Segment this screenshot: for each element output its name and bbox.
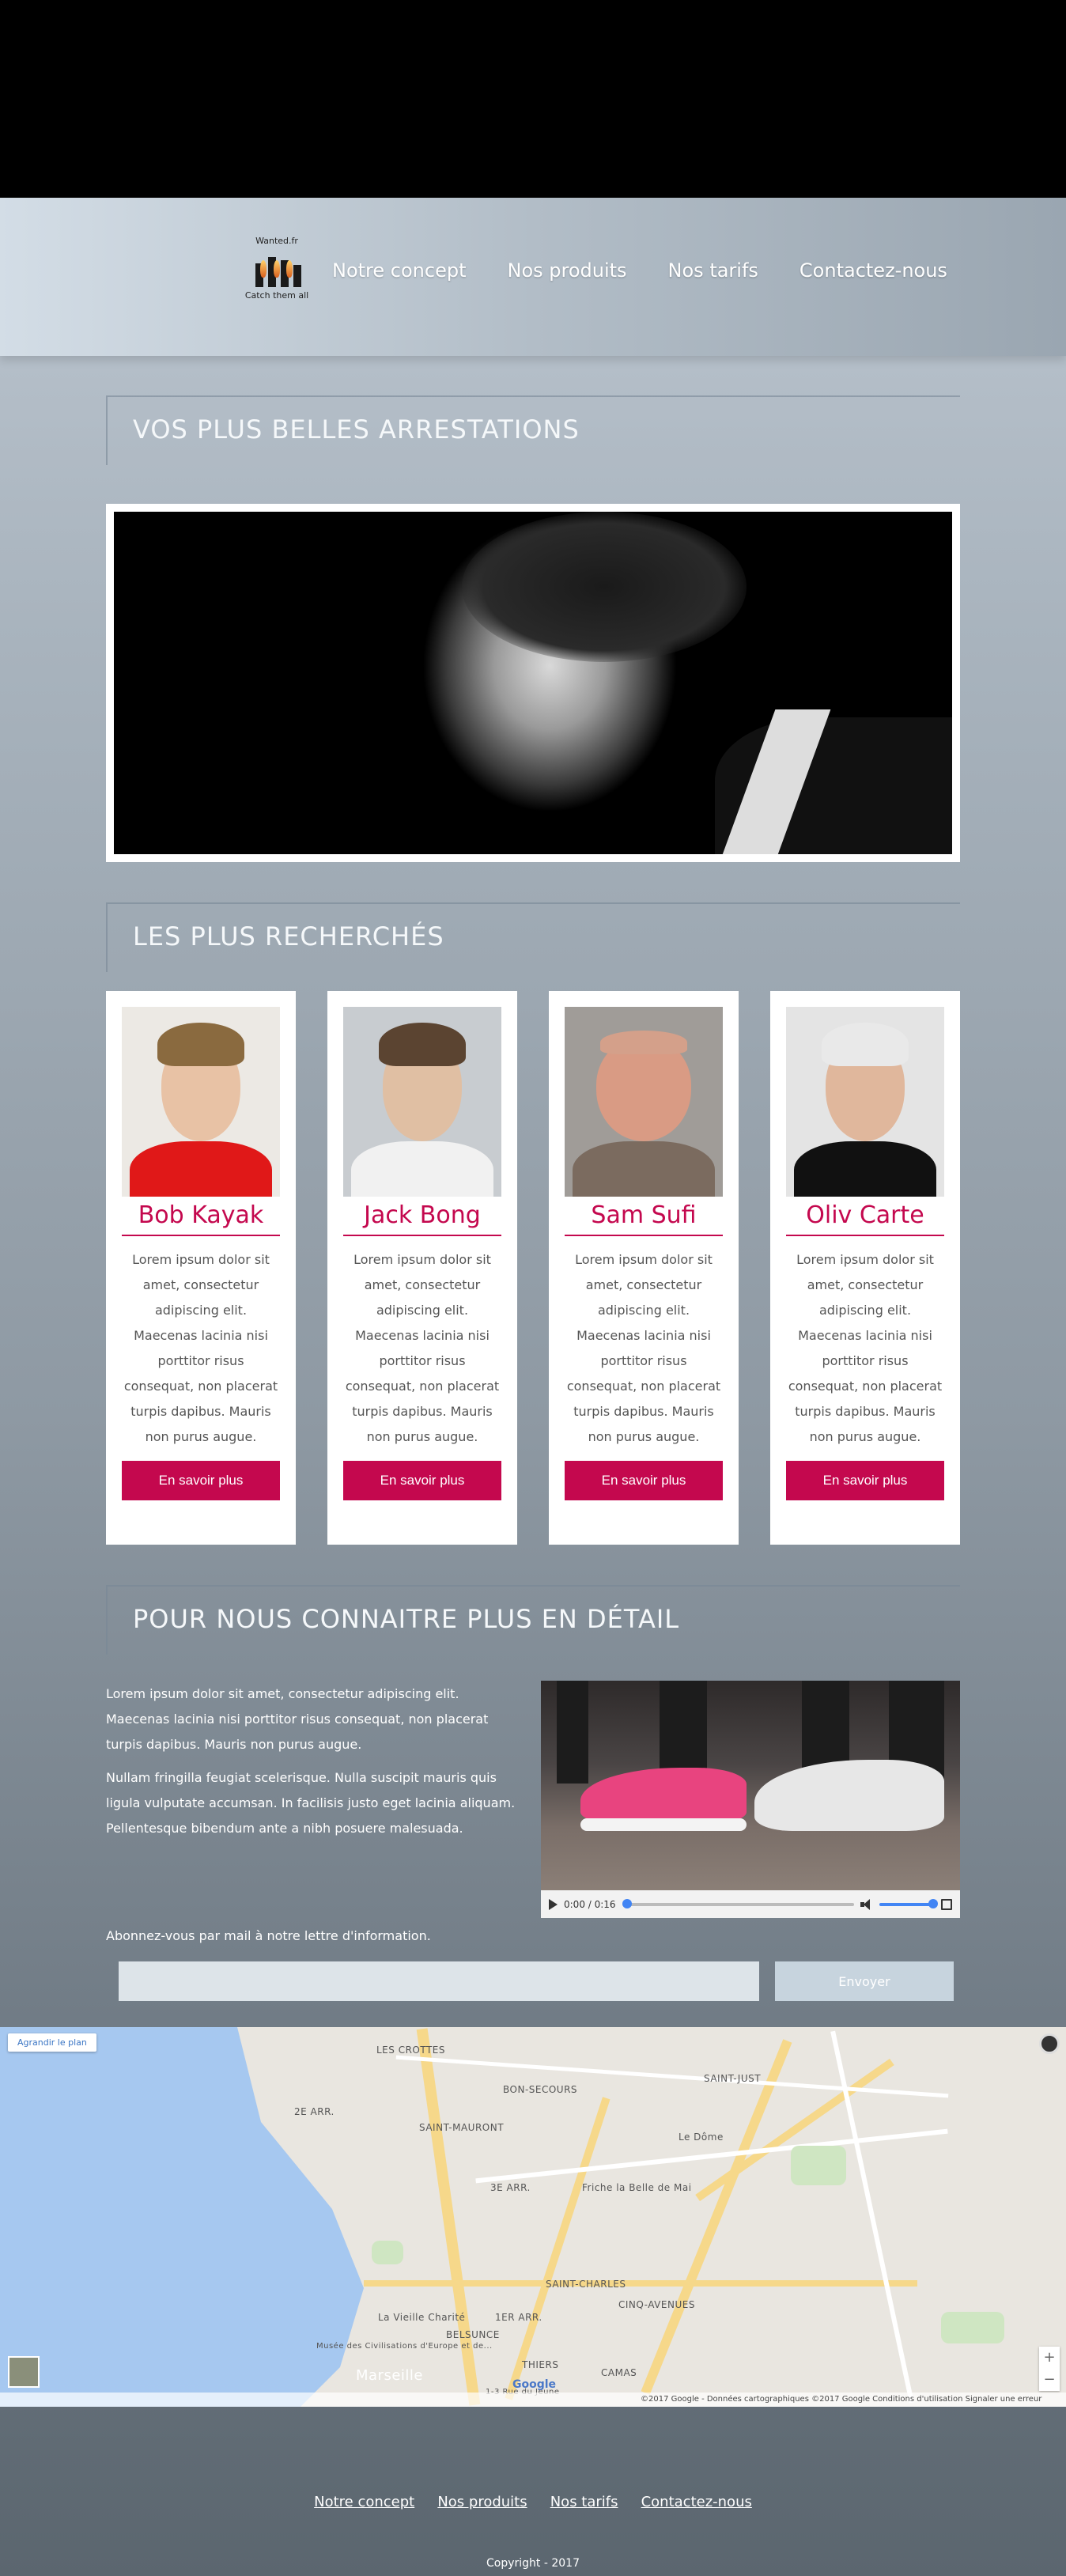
- card-divider: [122, 1235, 280, 1236]
- footer-link-tarifs[interactable]: Nos tarifs: [550, 2494, 618, 2510]
- newsletter-email-input[interactable]: [119, 1961, 759, 2001]
- map-satellite-toggle[interactable]: [8, 2356, 40, 2388]
- volume-icon[interactable]: [860, 1898, 873, 1910]
- map-zoom-control[interactable]: + −: [1039, 2347, 1060, 2391]
- google-logo: Google: [512, 2378, 557, 2391]
- map-label: LES CROTTES: [376, 2045, 446, 2056]
- map-label: SAINT-JUST: [704, 2073, 762, 2084]
- about-text: Lorem ipsum dolor sit amet, consectetur …: [106, 1681, 525, 1849]
- wanted-heading: LES PLUS RECHERCHÉS: [133, 921, 444, 951]
- card-divider: [565, 1235, 723, 1236]
- map-attribution: ©2017 Google - Données cartographiques ©…: [0, 2393, 1066, 2407]
- video-time: 0:00 / 0:16: [564, 1898, 616, 1910]
- mugshot-photo: [786, 1007, 944, 1197]
- map-label: SAINT-MAURONT: [419, 2122, 505, 2133]
- nav-link-tarifs[interactable]: Nos tarifs: [668, 259, 758, 282]
- site-logo[interactable]: Wanted.fr Catch them all: [237, 236, 316, 301]
- learn-more-button[interactable]: En savoir plus: [565, 1461, 723, 1500]
- footer-link-contact[interactable]: Contactez-nous: [641, 2494, 752, 2510]
- map-label: Friche la Belle de Mai: [582, 2182, 692, 2193]
- site-header: Wanted.fr Catch them all Notre concept N…: [0, 198, 1066, 356]
- card-divider: [786, 1235, 944, 1236]
- arrests-section-title: VOS PLUS BELLES ARRESTATIONS: [106, 395, 960, 465]
- about-paragraph-2: Nullam fringilla feugiat scelerisque. Nu…: [106, 1770, 516, 1836]
- compass-icon[interactable]: [1039, 2033, 1060, 2054]
- map-label: Le Dôme: [679, 2132, 724, 2143]
- mugshot-photo: [122, 1007, 280, 1197]
- learn-more-button[interactable]: En savoir plus: [122, 1461, 280, 1500]
- video-frame: [541, 1681, 960, 1890]
- arrest-banner: [106, 504, 960, 862]
- site-footer: Notre concept Nos produits Nos tarifs Co…: [0, 2407, 1066, 2576]
- map-sea: [0, 2027, 364, 2407]
- map-expand-button[interactable]: Agrandir le plan: [8, 2033, 96, 2052]
- volume-slider[interactable]: [879, 1898, 938, 1908]
- top-black-bar: [0, 0, 1066, 198]
- map-label: La Vieille Charité: [378, 2312, 466, 2323]
- card-name: Jack Bong: [364, 1201, 481, 1229]
- card-description: Lorem ipsum dolor sit amet, consectetur …: [566, 1252, 721, 1444]
- card-divider: [343, 1235, 501, 1236]
- newsletter-submit-button[interactable]: Envoyer: [775, 1961, 954, 2001]
- card-description: Lorem ipsum dolor sit amet, consectetur …: [123, 1252, 278, 1444]
- wanted-section-title: LES PLUS RECHERCHÉS: [106, 902, 960, 972]
- learn-more-button[interactable]: En savoir plus: [786, 1461, 944, 1500]
- video-player[interactable]: 0:00 / 0:16: [541, 1681, 960, 1918]
- map-label: CAMAS: [601, 2367, 637, 2378]
- newsletter-label: Abonnez-vous par mail à notre lettre d'i…: [106, 1928, 431, 1943]
- logo-icon: [249, 251, 304, 287]
- map-label: BELSUNCE: [446, 2329, 500, 2340]
- map-label: 2E ARR.: [294, 2106, 335, 2117]
- about-paragraph-1: Lorem ipsum dolor sit amet, consectetur …: [106, 1686, 489, 1752]
- arrests-heading: VOS PLUS BELLES ARRESTATIONS: [133, 414, 580, 444]
- map-label: THIERS: [522, 2359, 559, 2370]
- map-label: CINQ-AVENUES: [618, 2299, 695, 2310]
- map-label: SAINT-CHARLES: [546, 2279, 626, 2290]
- nav-link-concept[interactable]: Notre concept: [332, 259, 466, 282]
- footer-link-produits[interactable]: Nos produits: [437, 2494, 527, 2510]
- card-name: Sam Sufi: [591, 1201, 697, 1229]
- wanted-card: Bob Kayak Lorem ipsum dolor sit amet, co…: [106, 991, 296, 1545]
- learn-more-button[interactable]: En savoir plus: [343, 1461, 501, 1500]
- footer-nav: Notre concept Nos produits Nos tarifs Co…: [0, 2494, 1066, 2510]
- copyright: Copyright - 2017: [486, 2557, 580, 2570]
- map-label: Marseille: [356, 2367, 423, 2384]
- wanted-card: Oliv Carte Lorem ipsum dolor sit amet, c…: [770, 991, 960, 1545]
- main-nav: Notre concept Nos produits Nos tarifs Co…: [332, 259, 947, 282]
- map-embed[interactable]: LES CROTTES BON-SECOURS SAINT-JUST 2E AR…: [0, 2027, 1066, 2407]
- footer-link-concept[interactable]: Notre concept: [314, 2494, 414, 2510]
- wanted-card: Jack Bong Lorem ipsum dolor sit amet, co…: [327, 991, 517, 1545]
- card-description: Lorem ipsum dolor sit amet, consectetur …: [345, 1252, 500, 1444]
- wanted-cards: Bob Kayak Lorem ipsum dolor sit amet, co…: [106, 991, 960, 1545]
- logo-top-text: Wanted.fr: [255, 236, 298, 246]
- card-name: Oliv Carte: [806, 1201, 924, 1229]
- mugshot-photo: [565, 1007, 723, 1197]
- zoom-in-icon[interactable]: +: [1039, 2347, 1060, 2369]
- mugshot-photo: [343, 1007, 501, 1197]
- map-label: 1ER ARR.: [495, 2312, 542, 2323]
- zoom-out-icon[interactable]: −: [1039, 2369, 1060, 2391]
- banner-photo: [114, 512, 952, 854]
- nav-link-contact[interactable]: Contactez-nous: [800, 259, 947, 282]
- card-name: Bob Kayak: [138, 1201, 264, 1229]
- wanted-card: Sam Sufi Lorem ipsum dolor sit amet, con…: [549, 991, 739, 1545]
- logo-tagline: Catch them all: [244, 290, 309, 301]
- about-section-title: POUR NOUS CONNAITRE PLUS EN DÉTAIL: [106, 1585, 960, 1655]
- video-controls: 0:00 / 0:16: [541, 1890, 960, 1918]
- video-seek-bar[interactable]: [622, 1898, 854, 1908]
- fullscreen-icon[interactable]: [941, 1898, 952, 1910]
- play-icon[interactable]: [549, 1898, 558, 1910]
- card-description: Lorem ipsum dolor sit amet, consectetur …: [788, 1252, 943, 1444]
- map-label: Musée des Civilisations d'Europe et de..…: [316, 2342, 493, 2351]
- about-heading: POUR NOUS CONNAITRE PLUS EN DÉTAIL: [133, 1604, 680, 1634]
- map-label: BON-SECOURS: [503, 2084, 578, 2095]
- nav-link-produits[interactable]: Nos produits: [507, 259, 626, 282]
- map-label: 3E ARR.: [490, 2182, 531, 2193]
